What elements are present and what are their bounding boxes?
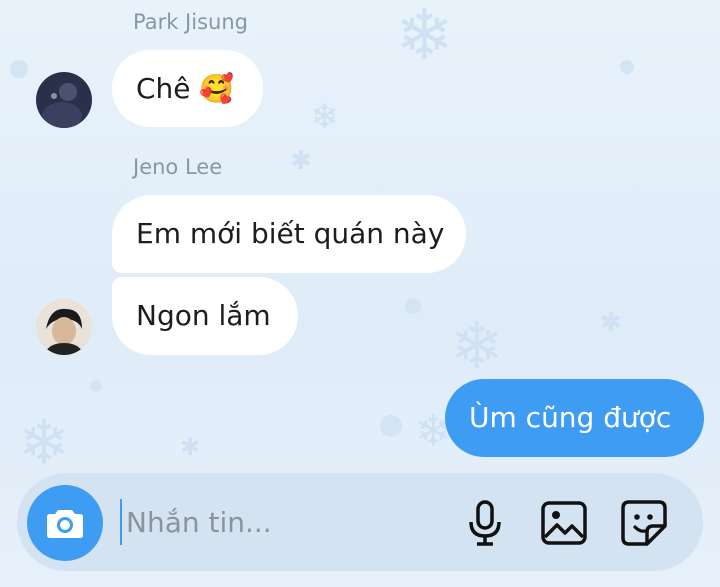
microphone-button[interactable] [460, 498, 510, 548]
sticker-icon [621, 500, 667, 546]
message-text: Ngon lắm [136, 299, 271, 332]
message-text: Chê 🥰 [136, 71, 235, 105]
avatar[interactable] [36, 299, 92, 355]
message-input[interactable] [120, 499, 450, 545]
message-bubble[interactable]: Em mới biết quán này [112, 195, 466, 273]
message-composer [17, 473, 703, 571]
avatar[interactable] [36, 72, 92, 128]
sender-name: Park Jisung [133, 10, 248, 34]
message-text: Ùm cũng được [469, 401, 672, 434]
message-text: Em mới biết quán này [136, 217, 445, 250]
outgoing-message-bubble[interactable]: Ùm cũng được [445, 379, 704, 457]
camera-icon [47, 510, 83, 538]
microphone-icon [469, 500, 501, 546]
sticker-button[interactable] [619, 498, 669, 548]
gallery-button[interactable] [539, 498, 589, 548]
message-bubble[interactable]: Chê 🥰 [112, 50, 263, 127]
message-bubble[interactable]: Ngon lắm [112, 277, 298, 355]
camera-button[interactable] [27, 485, 103, 561]
sender-name: Jeno Lee [133, 155, 223, 179]
image-icon [541, 501, 587, 545]
